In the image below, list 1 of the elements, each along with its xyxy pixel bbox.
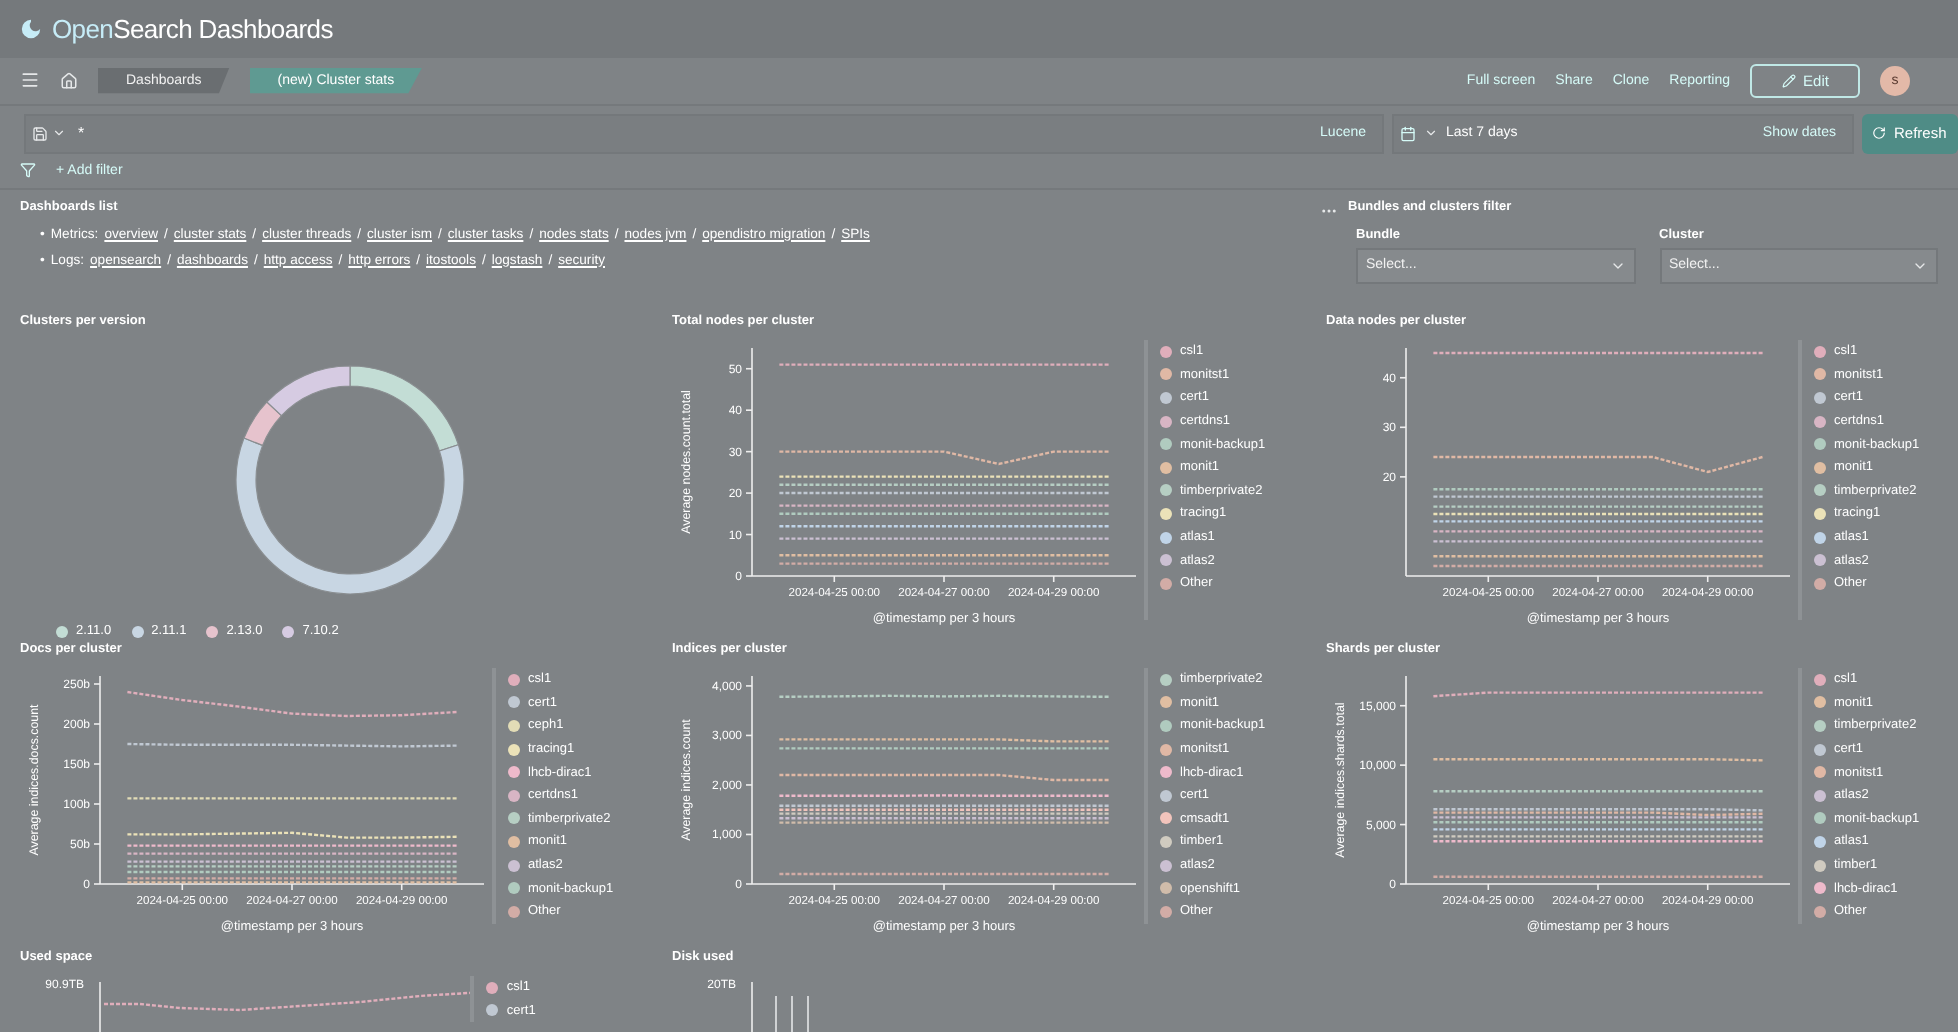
app-title: OpenSearch Dashboards bbox=[52, 13, 333, 44]
